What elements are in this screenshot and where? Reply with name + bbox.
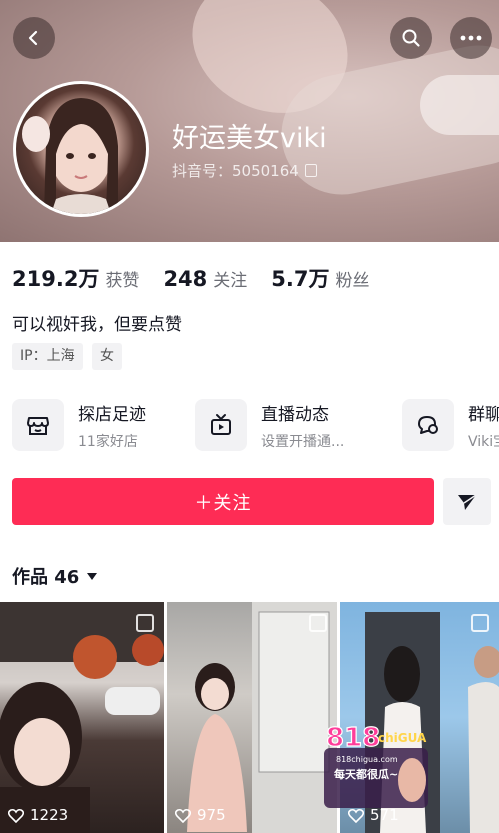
- more-button[interactable]: [450, 17, 492, 59]
- card-title: 探店足迹: [78, 404, 146, 425]
- watermark-logo: 818 chiGUA 818chigua.com 每天都很瓜~: [322, 718, 430, 816]
- cover-image-detail: [420, 75, 499, 135]
- following-count[interactable]: 248: [163, 267, 207, 291]
- follow-button[interactable]: ＋关注: [12, 478, 434, 525]
- send-icon: [458, 493, 477, 510]
- avatar-portrait: [22, 98, 118, 214]
- svg-text:818: 818: [326, 723, 380, 753]
- back-button[interactable]: [13, 17, 55, 59]
- tv-icon: [195, 399, 247, 451]
- select-box-icon: [471, 614, 489, 632]
- stats-row: 219.2万 获赞 248 关注 5.7万 粉丝: [12, 263, 393, 293]
- followers-label: 粉丝: [335, 271, 370, 291]
- bio-text: 可以视奸我，但要点赞: [12, 315, 182, 335]
- select-box-icon: [136, 614, 154, 632]
- svg-text:818chigua.com: 818chigua.com: [336, 755, 398, 764]
- like-count-text: 1223: [30, 806, 69, 824]
- following-label: 关注: [213, 271, 248, 291]
- profile-name: 好运美女viki: [172, 123, 327, 154]
- heart-icon: [8, 808, 24, 823]
- chat-icon: [402, 399, 454, 451]
- svg-text:chiGUA: chiGUA: [378, 731, 427, 745]
- watermark-graphic: 818 chiGUA 818chigua.com 每天都很瓜~: [324, 722, 428, 808]
- chevron-left-icon: [28, 30, 38, 46]
- video-preview-image: [187, 602, 337, 833]
- card-subtitle: 设置开播通...: [261, 433, 345, 450]
- card-shop-visits[interactable]: 探店足迹 11家好店: [12, 394, 146, 456]
- video-like-count: 1223: [8, 806, 68, 824]
- douyin-id[interactable]: 抖音号：5050164: [172, 160, 317, 181]
- ip-location-tag: IP：上海: [12, 343, 83, 370]
- svg-text:每天都很瓜~: 每天都很瓜~: [334, 767, 398, 781]
- followers-count[interactable]: 5.7万: [271, 263, 329, 293]
- search-button[interactable]: [390, 17, 432, 59]
- video-like-count: 975: [175, 806, 226, 824]
- gender-tag: 女: [92, 343, 122, 370]
- video-thumbnail[interactable]: 1223: [0, 602, 164, 833]
- search-icon: [402, 29, 420, 47]
- heart-icon: [175, 808, 191, 823]
- caret-down-icon: [87, 572, 98, 580]
- copy-icon[interactable]: [304, 164, 317, 177]
- card-live-updates[interactable]: 直播动态 设置开播通...: [195, 394, 344, 456]
- video-preview-image: [0, 602, 164, 833]
- share-button[interactable]: [443, 478, 491, 525]
- more-dots-icon: [460, 35, 482, 41]
- card-title: 群聊: [468, 404, 499, 425]
- card-title: 直播动态: [261, 404, 329, 425]
- tab-works-label: 作品 46: [12, 567, 80, 588]
- card-group-chat[interactable]: 群聊 Viki宝: [402, 394, 499, 456]
- card-subtitle: Viki宝: [468, 433, 499, 450]
- card-subtitle: 11家好店: [78, 433, 138, 450]
- likes-label: 获赞: [105, 271, 140, 291]
- shop-icon: [12, 399, 64, 451]
- select-box-icon: [309, 614, 327, 632]
- video-thumbnail[interactable]: 975: [167, 602, 337, 833]
- douyin-id-text: 抖音号：5050164: [172, 162, 299, 180]
- avatar[interactable]: [13, 81, 149, 217]
- likes-count[interactable]: 219.2万: [12, 263, 99, 293]
- tab-works[interactable]: 作品 46: [12, 563, 98, 589]
- like-count-text: 975: [197, 806, 226, 824]
